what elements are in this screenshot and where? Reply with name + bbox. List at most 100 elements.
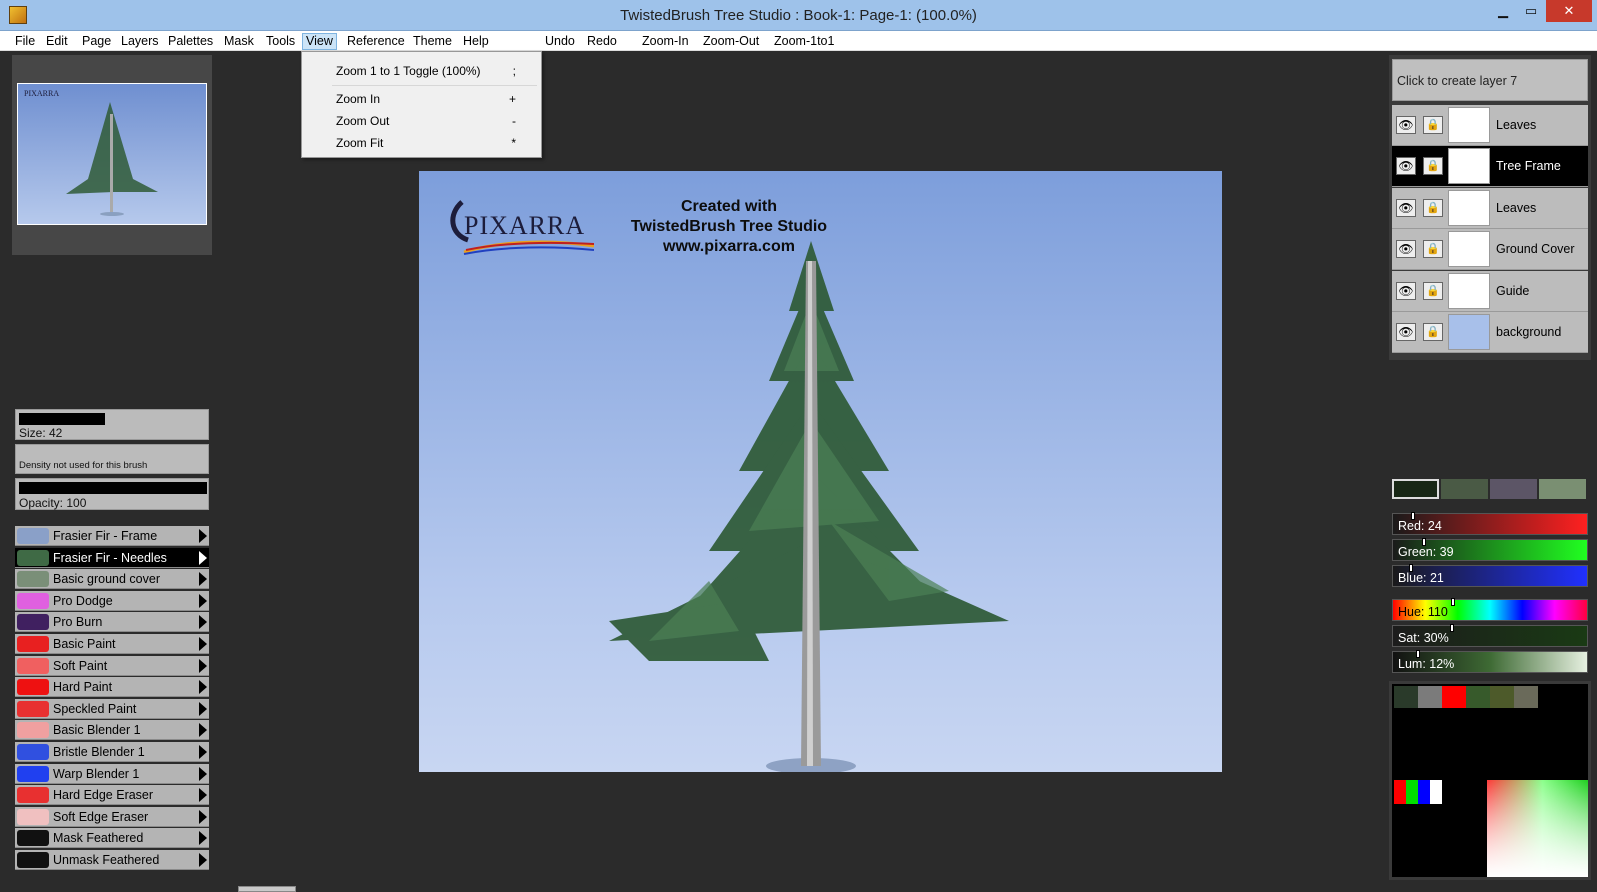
brush-submenu-arrow-icon[interactable] <box>199 680 207 695</box>
brush-item[interactable]: Pro Burn <box>15 612 209 633</box>
minimize-button[interactable]: ▁ <box>1490 0 1516 22</box>
color-picker-square[interactable] <box>1487 780 1588 877</box>
brush-submenu-arrow-icon[interactable] <box>199 788 207 803</box>
drawing-canvas[interactable]: PIXARRA Created with TwistedBrush Tree S… <box>419 171 1222 772</box>
brush-item[interactable]: Bristle Blender 1 <box>15 742 209 762</box>
menu-item-zoom-out[interactable]: Zoom Out - <box>336 112 536 130</box>
menu-view[interactable]: View <box>302 33 337 50</box>
density-slider[interactable]: Density not used for this brush <box>15 444 209 474</box>
brush-submenu-arrow-icon[interactable] <box>199 745 207 759</box>
brush-submenu-arrow-icon[interactable] <box>199 637 207 651</box>
primary-color-swatch[interactable] <box>1406 780 1418 804</box>
primary-color-swatch[interactable] <box>1430 780 1442 804</box>
visibility-eye-icon[interactable]: 👁 <box>1396 323 1416 341</box>
brush-item[interactable]: Pro Dodge <box>15 590 209 611</box>
menu-item-zoom-fit[interactable]: Zoom Fit * <box>336 134 536 152</box>
menu-help[interactable]: Help <box>460 33 492 50</box>
brush-item[interactable]: Soft Paint <box>15 655 209 676</box>
brush-submenu-arrow-icon[interactable] <box>199 593 207 608</box>
recent-color-swatch[interactable] <box>1490 479 1537 499</box>
brush-submenu-arrow-icon[interactable] <box>199 766 207 781</box>
primary-color-swatch[interactable] <box>1394 780 1406 804</box>
brush-item[interactable]: Hard Paint <box>15 677 209 698</box>
lock-icon[interactable]: 🔒 <box>1423 323 1443 341</box>
visibility-eye-icon[interactable]: 👁 <box>1396 240 1416 259</box>
brush-item[interactable]: Warp Blender 1 <box>15 763 209 784</box>
recent-color-swatch[interactable] <box>1392 479 1439 499</box>
lum-slider[interactable]: Lum: 12% <box>1392 650 1588 673</box>
brush-item[interactable]: Basic Paint <box>15 634 209 654</box>
close-button[interactable]: ✕ <box>1546 0 1592 22</box>
menu-item-zoom-in[interactable]: Zoom In + <box>336 90 536 108</box>
palette-color-cell[interactable] <box>1418 686 1442 708</box>
sat-slider[interactable]: Sat: 30% <box>1392 624 1588 647</box>
brush-item[interactable]: Soft Edge Eraser <box>15 806 209 827</box>
create-layer-button[interactable]: Click to create layer 7 <box>1392 59 1588 101</box>
page-tab[interactable] <box>238 886 296 892</box>
sat-slider-knob[interactable] <box>1450 624 1454 632</box>
palette-color-cell[interactable] <box>1394 686 1418 708</box>
green-slider[interactable]: Green: 39 <box>1392 538 1588 561</box>
brush-item[interactable]: Basic ground cover <box>15 569 209 590</box>
blue-slider[interactable]: Blue: 21 <box>1392 564 1588 587</box>
redo-button[interactable]: Redo <box>584 33 620 50</box>
lock-icon[interactable]: 🔒 <box>1423 116 1443 134</box>
lock-icon[interactable]: 🔒 <box>1423 240 1443 259</box>
visibility-eye-icon[interactable]: 👁 <box>1396 157 1416 176</box>
palette-color-cell[interactable] <box>1514 686 1538 708</box>
lock-icon[interactable]: 🔒 <box>1423 157 1443 176</box>
brush-item[interactable]: Basic Blender 1 <box>15 720 209 741</box>
menu-palettes[interactable]: Palettes <box>165 33 216 50</box>
menu-file[interactable]: File <box>12 33 38 50</box>
layer-row[interactable]: 👁 🔒 Ground Cover <box>1392 229 1588 271</box>
brush-submenu-arrow-icon[interactable] <box>199 529 207 543</box>
brush-submenu-arrow-icon[interactable] <box>199 658 207 673</box>
recent-color-swatch[interactable] <box>1441 479 1488 499</box>
size-slider[interactable]: Size: 42 <box>15 409 209 440</box>
brush-item[interactable]: Frasier Fir - Needles <box>15 547 209 568</box>
menu-page[interactable]: Page <box>79 33 114 50</box>
menu-tools[interactable]: Tools <box>263 33 298 50</box>
zoom-in-button[interactable]: Zoom-In <box>639 33 692 50</box>
brush-submenu-arrow-icon[interactable] <box>199 831 207 846</box>
layer-row[interactable]: 👁 🔒 Guide <box>1392 270 1588 312</box>
visibility-eye-icon[interactable]: 👁 <box>1396 198 1416 217</box>
palette-color-cell[interactable] <box>1490 686 1514 708</box>
menu-item-zoom-1to1-toggle[interactable]: Zoom 1 to 1 Toggle (100%) ; <box>336 62 536 80</box>
recent-color-swatch[interactable] <box>1539 479 1586 499</box>
brush-item[interactable]: Unmask Feathered <box>15 850 209 870</box>
brush-submenu-arrow-icon[interactable] <box>199 809 207 824</box>
menu-theme[interactable]: Theme <box>410 33 455 50</box>
layer-row[interactable]: 👁 🔒 Leaves <box>1392 105 1588 146</box>
brush-submenu-arrow-icon[interactable] <box>199 572 207 587</box>
menu-mask[interactable]: Mask <box>221 33 257 50</box>
opacity-slider[interactable]: Opacity: 100 <box>15 478 209 510</box>
visibility-eye-icon[interactable]: 👁 <box>1396 281 1416 300</box>
palette-color-cell[interactable] <box>1442 686 1466 708</box>
menu-layers[interactable]: Layers <box>118 33 162 50</box>
visibility-eye-icon[interactable]: 👁 <box>1396 116 1416 134</box>
undo-button[interactable]: Undo <box>542 33 578 50</box>
lock-icon[interactable]: 🔒 <box>1423 198 1443 217</box>
lock-icon[interactable]: 🔒 <box>1423 281 1443 300</box>
maximize-button[interactable]: ▭ <box>1518 0 1544 22</box>
zoom-out-button[interactable]: Zoom-Out <box>700 33 762 50</box>
brush-submenu-arrow-icon[interactable] <box>199 723 207 738</box>
brush-submenu-arrow-icon[interactable] <box>199 701 207 716</box>
brush-item[interactable]: Mask Feathered <box>15 828 209 849</box>
brush-submenu-arrow-icon[interactable] <box>199 550 207 565</box>
red-slider[interactable]: Red: 24 <box>1392 512 1588 535</box>
primary-color-swatch[interactable] <box>1418 780 1430 804</box>
menu-reference[interactable]: Reference <box>344 33 408 50</box>
hue-slider-knob[interactable] <box>1451 598 1456 606</box>
layer-row[interactable]: 👁 🔒 Leaves <box>1392 187 1588 229</box>
zoom-1to1-button[interactable]: Zoom-1to1 <box>771 33 837 50</box>
page-thumbnail[interactable]: PIXARRA <box>17 83 207 225</box>
palette-color-cell[interactable] <box>1466 686 1490 708</box>
brush-item[interactable]: Speckled Paint <box>15 698 209 719</box>
brush-item[interactable]: Hard Edge Eraser <box>15 785 209 806</box>
layer-row[interactable]: 👁 🔒 background <box>1392 312 1588 353</box>
brush-submenu-arrow-icon[interactable] <box>199 853 207 867</box>
hue-slider[interactable]: Hue: 110 <box>1392 598 1588 621</box>
brush-submenu-arrow-icon[interactable] <box>199 615 207 630</box>
